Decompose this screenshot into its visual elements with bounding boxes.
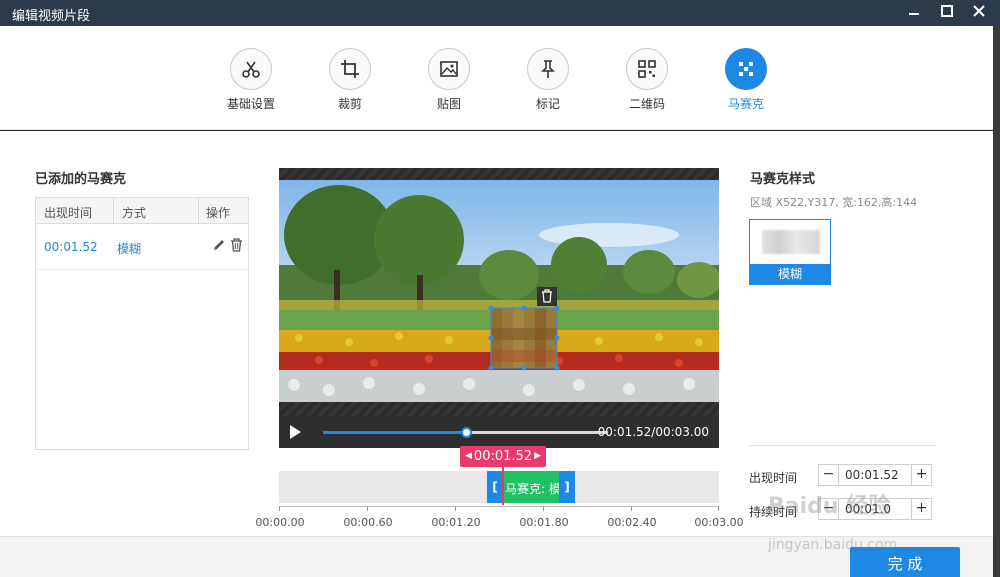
window-title: 编辑视频片段 — [12, 9, 91, 24]
main-area: 已添加的马赛克 出现时间 方式 操作 00:01.52 模糊 00:01.52/… — [0, 131, 1000, 536]
list-header: 出现时间 方式 操作 — [36, 198, 248, 224]
mosaic-icon — [725, 48, 767, 90]
region-info: 区域 X522,Y317, 宽:162,高:144 — [750, 196, 918, 209]
list-item[interactable]: 00:01.52 模糊 — [36, 224, 248, 270]
video-player: 00:01.52/00:03.00 — [279, 168, 719, 448]
watermark-url: jingyan.baidu.com — [768, 537, 898, 553]
axis-tick — [543, 506, 544, 511]
tick-label: 00:01.80 — [519, 516, 569, 529]
tool-marker[interactable]: 标记 — [508, 48, 588, 112]
tool-basic-settings[interactable]: 基础设置 — [211, 48, 291, 112]
added-mosaic-title: 已添加的马赛克 — [35, 172, 127, 187]
crop-icon — [329, 48, 371, 90]
time-axis — [279, 506, 719, 507]
tick-label: 00:01.20 — [431, 516, 481, 529]
seek-handle[interactable] — [461, 427, 473, 438]
clip-start-handle[interactable]: [ — [487, 471, 503, 503]
axis-tick — [718, 506, 719, 511]
appear-time-label: 出现时间 — [749, 471, 798, 485]
close-button[interactable] — [966, 1, 992, 23]
axis-tick — [279, 506, 280, 511]
close-icon — [973, 5, 985, 17]
letterbox-top — [279, 168, 719, 180]
axis-tick — [367, 506, 368, 511]
column-header: 出现时间 — [44, 206, 93, 220]
timeline-track[interactable]: [ 马赛克: 模 ] — [279, 471, 719, 503]
scissors-icon — [230, 48, 272, 90]
background-window-edge — [993, 26, 1000, 577]
divider — [749, 445, 937, 446]
increment-button[interactable]: + — [911, 499, 931, 519]
title-bar: 编辑视频片段 — [0, 0, 1000, 26]
column-divider — [113, 198, 114, 224]
minimize-icon — [909, 13, 919, 15]
column-header: 操作 — [206, 206, 231, 220]
tick-label: 00:03.00 — [694, 516, 744, 529]
video-frame[interactable] — [279, 180, 719, 402]
minimize-button[interactable] — [901, 1, 927, 23]
tool-mosaic[interactable]: 马赛克 — [706, 48, 786, 112]
style-option-blur[interactable]: 模糊 — [749, 219, 831, 285]
tick-label: 00:00.60 — [343, 516, 393, 529]
tool-label: 裁剪 — [337, 97, 362, 111]
tool-label: 马赛克 — [727, 97, 764, 111]
row-mode: 模糊 — [117, 242, 142, 256]
tool-bar: 基础设置 裁剪 贴图 标记 二维码 马赛克 — [0, 26, 1000, 130]
mosaic-region[interactable] — [488, 305, 560, 371]
clip-end-handle[interactable]: ] — [559, 471, 575, 503]
letterbox-bottom — [279, 402, 719, 416]
play-icon[interactable] — [287, 423, 303, 444]
watermark-logo: Baidu 经验 — [768, 494, 891, 519]
column-header: 方式 — [122, 206, 147, 220]
seek-bar[interactable] — [323, 427, 608, 438]
image-icon — [428, 48, 470, 90]
trash-icon[interactable] — [230, 238, 243, 255]
appear-time-value[interactable]: 00:01.52 — [845, 468, 899, 482]
seek-bar-fill — [323, 431, 468, 434]
column-divider — [198, 198, 199, 224]
next-frame-icon[interactable]: ▶ — [534, 446, 541, 467]
tool-label: 贴图 — [436, 97, 461, 111]
style-thumbnail — [762, 230, 820, 254]
mosaic-list: 出现时间 方式 操作 00:01.52 模糊 — [35, 197, 249, 450]
decrement-button[interactable]: − — [819, 465, 839, 485]
tool-crop[interactable]: 裁剪 — [310, 48, 390, 112]
tool-qrcode[interactable]: 二维码 — [607, 48, 687, 112]
timecode: 00:01.52/00:03.00 — [597, 425, 709, 439]
tool-label: 基础设置 — [226, 97, 275, 111]
clip-label: 马赛克: 模 — [505, 482, 559, 496]
axis-tick — [455, 506, 456, 511]
tool-label: 二维码 — [628, 97, 665, 111]
increment-button[interactable]: + — [911, 465, 931, 485]
tick-label: 00:00.00 — [255, 516, 305, 529]
style-label: 模糊 — [750, 264, 830, 284]
maximize-button[interactable] — [934, 1, 960, 23]
row-time: 00:01.52 — [44, 240, 98, 254]
pin-icon — [527, 48, 569, 90]
trash-icon[interactable] — [537, 287, 557, 306]
tool-sticker[interactable]: 贴图 — [409, 48, 489, 112]
tick-label: 00:02.40 — [607, 516, 657, 529]
qrcode-icon — [626, 48, 668, 90]
tool-label: 标记 — [535, 97, 560, 111]
prev-frame-icon[interactable]: ◀ — [465, 446, 472, 467]
axis-tick — [631, 506, 632, 511]
playhead[interactable] — [502, 460, 504, 505]
maximize-icon — [941, 5, 953, 17]
player-controls: 00:01.52/00:03.00 — [279, 416, 719, 448]
edit-icon[interactable] — [212, 238, 226, 255]
mosaic-style-title: 马赛克样式 — [750, 172, 816, 187]
appear-time-stepper[interactable]: − 00:01.52 + — [818, 464, 932, 486]
